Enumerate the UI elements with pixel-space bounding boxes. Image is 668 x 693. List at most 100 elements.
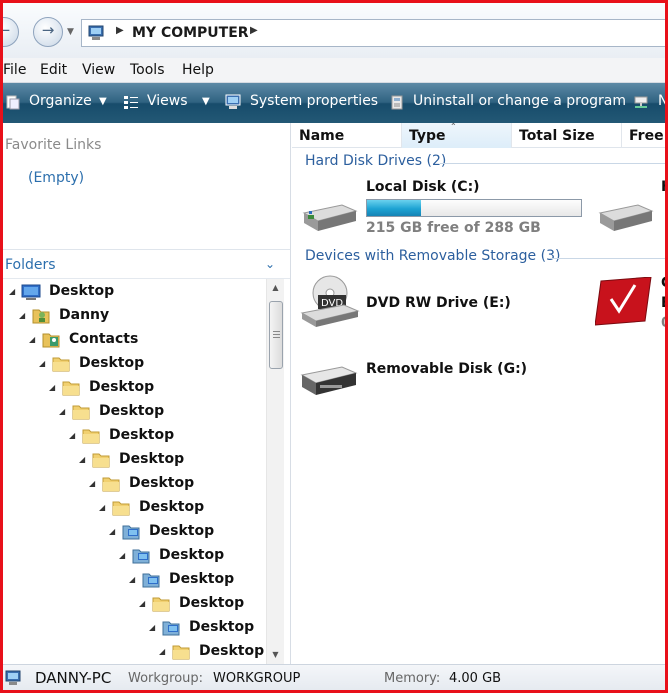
- organize-button[interactable]: Organize: [29, 93, 92, 109]
- local-disk-usage-bar: [366, 199, 582, 217]
- folder-tree: ◢ Desktop ◢ Danny ◢ Contacts ◢ Desktop ◢ Desktop ◢…: [3, 279, 266, 664]
- tree-expand-icon[interactable]: ◢: [89, 479, 95, 488]
- map-network-drive-icon: [634, 96, 648, 108]
- tree-expand-icon[interactable]: ◢: [9, 287, 15, 296]
- folder-icon: [152, 597, 170, 612]
- breadcrumb-arrow-icon[interactable]: ▶: [116, 25, 124, 36]
- group-divider: [440, 163, 665, 164]
- desktop-folder-icon: [132, 549, 150, 564]
- forward-button[interactable]: →: [33, 17, 63, 47]
- menu-file[interactable]: File: [3, 62, 26, 78]
- user-folder-icon: [32, 309, 50, 324]
- folder-tree-item-label: Danny: [59, 307, 110, 323]
- favorite-links-empty: (Empty): [28, 170, 85, 186]
- dvd-drive-icon: DVD: [300, 275, 360, 327]
- group-hard-disk-drives[interactable]: Hard Disk Drives (2): [305, 153, 446, 169]
- folders-header[interactable]: Folders ⌄: [3, 249, 290, 279]
- navigation-pane: Favorite Links (Empty) Folders ⌄ ◢ Deskto…: [3, 123, 291, 664]
- computer-icon: [88, 25, 104, 40]
- menu-view[interactable]: View: [82, 62, 115, 78]
- recent-pages-dropdown-icon[interactable]: ▼: [67, 27, 74, 37]
- folder-tree-item-label: Desktop: [199, 643, 265, 659]
- computer-icon: [5, 670, 21, 685]
- folder-tree-item-label: Desktop: [49, 283, 115, 299]
- tree-expand-icon[interactable]: ◢: [29, 335, 35, 344]
- scroll-down-icon[interactable]: ▼: [267, 646, 284, 664]
- scroll-up-icon[interactable]: ▲: [267, 279, 284, 297]
- workgroup-label: Workgroup:: [128, 671, 204, 686]
- tree-expand-icon[interactable]: ◢: [139, 599, 145, 608]
- back-button[interactable]: ←: [3, 17, 19, 47]
- tree-expand-icon[interactable]: ◢: [99, 503, 105, 512]
- clipped-device-name-line-3: 0: [661, 315, 665, 331]
- folder-icon: [112, 501, 130, 516]
- media-device-icon: [595, 277, 652, 326]
- tree-expand-icon[interactable]: ◢: [129, 575, 135, 584]
- views-dropdown-icon[interactable]: ▼: [202, 96, 210, 107]
- menu-edit[interactable]: Edit: [40, 62, 67, 78]
- group-divider: [550, 258, 665, 259]
- folder-icon: [52, 357, 70, 372]
- column-free-space[interactable]: Free S: [622, 123, 665, 148]
- tree-expand-icon[interactable]: ◢: [59, 407, 65, 416]
- folder-tree-scrollbar[interactable]: ▲ ▼: [266, 279, 284, 664]
- column-name[interactable]: Name: [292, 123, 402, 148]
- menu-help[interactable]: Help: [182, 62, 214, 78]
- folder-tree-item-label: Desktop: [149, 523, 215, 539]
- clipped-device-name-line-1[interactable]: C: [661, 275, 665, 291]
- tree-expand-icon[interactable]: ◢: [19, 311, 25, 320]
- organize-icon: [6, 95, 20, 110]
- computer-name: DANNY-PC: [35, 669, 112, 687]
- breadcrumb-arrow-icon[interactable]: ▶: [250, 25, 258, 36]
- chevron-down-icon[interactable]: ⌄: [265, 257, 275, 271]
- dvd-rw-drive-e-name[interactable]: DVD RW Drive (E:): [366, 295, 511, 311]
- uninstall-program-button[interactable]: Uninstall or change a program: [413, 93, 626, 109]
- system-properties-icon: [225, 94, 241, 109]
- folder-icon: [62, 381, 80, 396]
- folder-icon: [82, 429, 100, 444]
- status-bar: DANNY-PC Workgroup: WORKGROUP Memory: 4.…: [3, 664, 665, 690]
- views-button[interactable]: Views: [147, 93, 188, 109]
- removable-disk-icon: [300, 366, 358, 395]
- tree-expand-icon[interactable]: ◢: [119, 551, 125, 560]
- views-icon: [124, 96, 138, 109]
- breadcrumb-my-computer[interactable]: MY COMPUTER: [132, 25, 249, 41]
- folder-tree-item-label: Desktop: [129, 475, 195, 491]
- local-disk-free-space: 215 GB free of 288 GB: [366, 220, 541, 236]
- tree-expand-icon[interactable]: ◢: [69, 431, 75, 440]
- uninstall-program-icon: [391, 95, 403, 110]
- tree-expand-icon[interactable]: ◢: [149, 623, 155, 632]
- folder-icon: [102, 477, 120, 492]
- desktop-folder-icon: [122, 525, 140, 540]
- menu-tools[interactable]: Tools: [130, 62, 165, 78]
- folders-title: Folders: [5, 257, 56, 273]
- removable-disk-g-name[interactable]: Removable Disk (G:): [366, 361, 527, 377]
- folder-icon: [72, 405, 90, 420]
- map-network-drive-button[interactable]: N: [658, 93, 665, 109]
- scroll-thumb[interactable]: [269, 301, 283, 369]
- memory-value: 4.00 GB: [449, 671, 502, 686]
- column-name-label: Name: [299, 128, 345, 144]
- folder-tree-item-label: Desktop: [179, 595, 245, 611]
- folder-tree-item-label: Desktop: [79, 355, 145, 371]
- folder-tree-item-label: Desktop: [159, 547, 225, 563]
- local-disk-c-name[interactable]: Local Disk (C:): [366, 179, 480, 195]
- column-free-space-label: Free S: [629, 128, 665, 144]
- back-arrow-icon: ←: [3, 21, 18, 39]
- group-removable-storage[interactable]: Devices with Removable Storage (3): [305, 248, 560, 264]
- tree-expand-icon[interactable]: ◢: [109, 527, 115, 536]
- tree-expand-icon[interactable]: ◢: [79, 455, 85, 464]
- folder-tree-item-label: Desktop: [99, 403, 165, 419]
- address-field[interactable]: ▶ MY COMPUTER ▶: [81, 19, 665, 47]
- system-properties-button[interactable]: System properties: [250, 93, 378, 109]
- organize-dropdown-icon[interactable]: ▼: [99, 96, 107, 107]
- content-pane: Name Type ⌃ Total Size Free S Hard Disk …: [292, 123, 665, 664]
- column-type[interactable]: Type ⌃: [402, 123, 512, 148]
- computer-desktop-icon: [21, 284, 41, 300]
- second-hard-disk-name[interactable]: H: [661, 179, 665, 195]
- tree-expand-icon[interactable]: ◢: [159, 647, 165, 656]
- memory-label: Memory:: [384, 671, 441, 686]
- tree-expand-icon[interactable]: ◢: [49, 383, 55, 392]
- column-total-size[interactable]: Total Size: [512, 123, 622, 148]
- tree-expand-icon[interactable]: ◢: [39, 359, 45, 368]
